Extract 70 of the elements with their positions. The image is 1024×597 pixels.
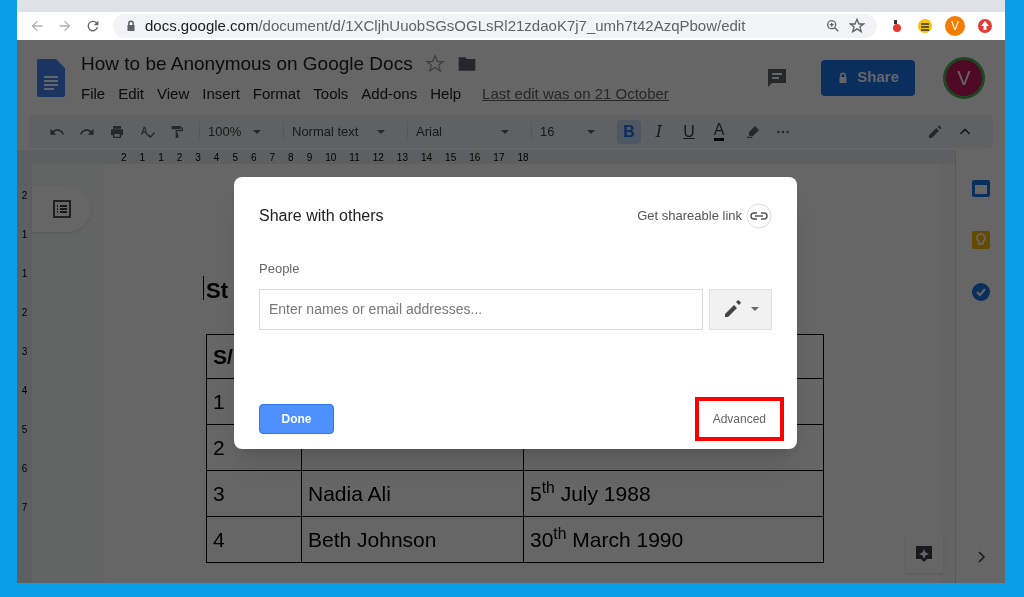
star-icon[interactable] bbox=[849, 18, 865, 34]
document-title[interactable]: How to be Anonymous on Google Docs bbox=[81, 50, 413, 79]
explore-icon bbox=[914, 544, 934, 564]
reload-icon[interactable] bbox=[85, 18, 101, 34]
docs-logo-icon[interactable] bbox=[37, 58, 65, 97]
menu-item[interactable]: Edit bbox=[118, 82, 145, 105]
zoom-icon[interactable] bbox=[825, 18, 841, 34]
caret-icon bbox=[253, 129, 261, 134]
pencil-icon bbox=[722, 299, 743, 319]
check-icon[interactable] bbox=[970, 282, 991, 302]
table-cell-text: S/ bbox=[213, 344, 233, 368]
caret-icon bbox=[587, 129, 595, 134]
vertical-ruler: 2 1 1 2 3 4 5 6 7 bbox=[17, 164, 32, 583]
lightbulb-icon[interactable] bbox=[970, 230, 991, 250]
share-button[interactable]: Share bbox=[821, 59, 915, 96]
editing-mode-icon[interactable] bbox=[927, 123, 943, 140]
zoom-dropdown[interactable]: 100% bbox=[199, 121, 269, 142]
user-avatar[interactable]: V bbox=[943, 56, 985, 99]
outline-icon bbox=[51, 199, 72, 219]
url-text: docs.google.com/document/d/1XCljhUuobSGsOGLsRl21zdaoK7j7_umh7t42AzqPbow/edit bbox=[145, 15, 746, 36]
font-dropdown[interactable]: Arial bbox=[407, 121, 517, 142]
underline-button[interactable]: U bbox=[677, 119, 701, 144]
bold-button[interactable]: B bbox=[617, 119, 641, 144]
people-field[interactable]: Enter names or email addresses... bbox=[259, 288, 703, 330]
table-cell-text: 5$^{th}$ July 1988 bbox=[530, 481, 651, 505]
shareable-link[interactable]: Get shareable link bbox=[637, 203, 772, 229]
permission-dropdown[interactable] bbox=[709, 288, 772, 330]
last-edit-link[interactable]: Last edit was on 21 October bbox=[482, 82, 669, 105]
lock-icon bbox=[837, 71, 850, 84]
color-button[interactable]: A bbox=[707, 119, 731, 144]
menu-item[interactable]: Format bbox=[252, 82, 301, 105]
paint-format-icon[interactable] bbox=[169, 123, 185, 140]
menu-item[interactable]: Help bbox=[430, 82, 462, 105]
menu-item[interactable]: Add-ons bbox=[361, 82, 418, 105]
people-label: People bbox=[259, 260, 301, 278]
horizontal-ruler: 2 1 1 2 3 4 5 6 7 8 9 10 11 12 13 14 15 16 17 18 bbox=[17, 150, 955, 164]
link-icon bbox=[746, 203, 772, 229]
menu-item[interactable]: File bbox=[81, 82, 106, 105]
menu-item[interactable]: Tools bbox=[313, 82, 349, 105]
outline-button[interactable] bbox=[32, 186, 91, 232]
table-cell-text: 1 bbox=[213, 389, 225, 413]
lock-icon bbox=[125, 20, 137, 32]
dialog-title: Share with others bbox=[259, 206, 384, 226]
table-cell-text: 3 bbox=[213, 481, 225, 505]
table-cell-text: 30$^{th}$ March 1990 bbox=[530, 527, 684, 551]
table-cell-text: 4 bbox=[213, 527, 225, 551]
menu-item[interactable]: Insert bbox=[202, 82, 240, 105]
cursor bbox=[203, 276, 204, 300]
menu-item[interactable]: View bbox=[157, 82, 190, 105]
font-size-dropdown[interactable]: 16 bbox=[531, 121, 603, 142]
explore-button[interactable] bbox=[905, 535, 943, 573]
done-button[interactable]: Done bbox=[259, 403, 334, 434]
document-heading: St bbox=[206, 278, 228, 303]
italic-button[interactable]: I bbox=[647, 119, 671, 144]
caret-icon bbox=[377, 129, 385, 134]
star-icon[interactable] bbox=[424, 54, 445, 75]
table-cell-text: Beth Johnson bbox=[308, 527, 437, 551]
table-cell-text: Nadia Ali bbox=[308, 481, 391, 505]
advanced-button[interactable]: Advanced bbox=[694, 396, 784, 441]
caret-icon bbox=[501, 129, 509, 134]
print-icon[interactable] bbox=[109, 123, 125, 140]
address-bar[interactable]: docs.google.com/document/d/1XCljhUuobSGsOGLsRl21zdaoK7j7_umh7t42AzqPbow/edit bbox=[113, 14, 877, 38]
extension-icon[interactable] bbox=[917, 18, 933, 34]
highlighter-icon[interactable] bbox=[745, 123, 761, 140]
update-icon[interactable] bbox=[977, 18, 993, 34]
caret-icon bbox=[750, 307, 759, 311]
calendar-icon[interactable] bbox=[970, 178, 991, 198]
style-dropdown[interactable]: Normal text bbox=[283, 121, 393, 142]
profile-avatar[interactable]: V bbox=[945, 16, 965, 36]
table-cell-text: 2 bbox=[213, 435, 225, 459]
